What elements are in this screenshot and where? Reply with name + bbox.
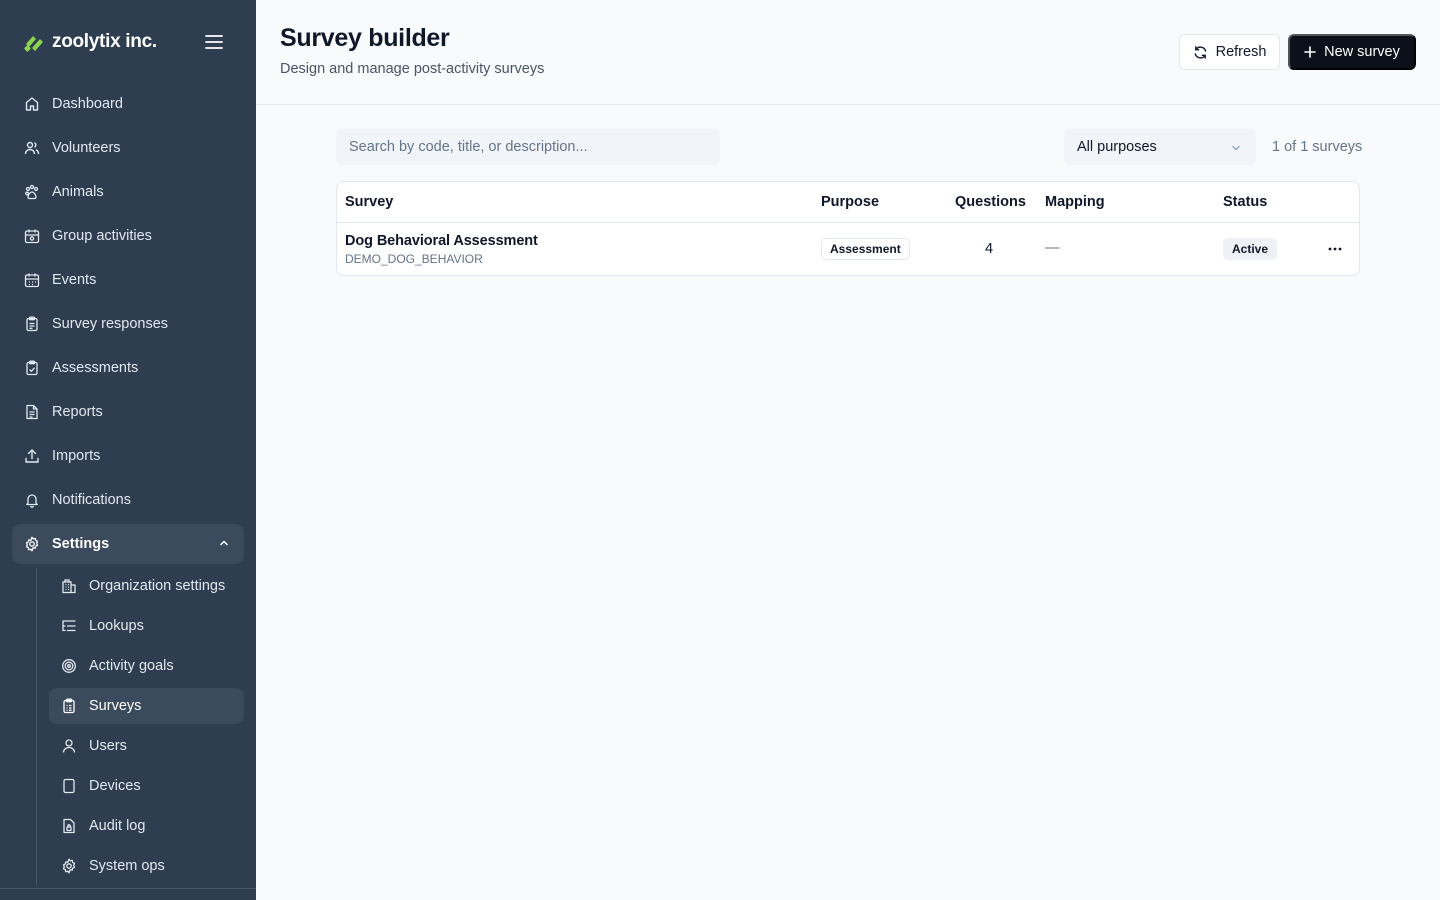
leaf-logo-icon [24,32,46,52]
sidebar-item-survey-responses[interactable]: Survey responses [12,302,244,346]
mapping-value: — [1045,240,1060,256]
gear-icon [61,858,77,874]
sidebar-nav: Dashboard Volunteers Animals Group activ… [12,82,244,564]
building-icon [61,578,77,594]
upload-icon [24,448,40,464]
page-title: Survey builder [280,24,450,52]
clipboard-check-icon [24,360,40,376]
bell-icon [24,492,40,508]
plus-icon [1304,46,1316,58]
brand[interactable]: zoolytix inc. [24,28,157,56]
settings-subnav: Organization settings Lookups Activity g… [36,568,244,884]
survey-code: DEMO_DOG_BEHAVIOR [345,252,483,266]
sidebar-item-users[interactable]: Users [49,728,244,764]
new-survey-button[interactable]: New survey [1288,34,1416,70]
more-horizontal-icon [1328,247,1342,251]
users-icon [24,140,40,156]
sidebar-item-label: Lookups [89,618,144,634]
tablet-icon [61,778,77,794]
clipboard-list-icon [61,698,77,714]
sidebar-item-label: Devices [89,778,141,794]
column-header-purpose: Purpose [821,194,880,210]
sidebar-item-label: Reports [52,404,103,420]
list-tree-icon [61,618,77,634]
sidebar-item-label: Users [89,738,127,754]
sidebar-item-label: Survey responses [52,316,169,332]
result-count: 1 of 1 surveys [1272,139,1363,155]
sidebar-item-dashboard[interactable]: Dashboard [12,82,244,126]
sidebar-item-label: Notifications [52,492,131,508]
menu-toggle-button[interactable] [202,30,226,54]
sidebar-item-audit-log[interactable]: Audit log [49,808,244,844]
new-survey-label: New survey [1324,44,1400,60]
calendar-group-icon [24,228,40,244]
sidebar: zoolytix inc. Dashboard Volunteers Anima… [0,0,256,900]
hamburger-icon [205,35,223,49]
sidebar-item-label: Assessments [52,360,139,376]
purpose-filter-select[interactable]: All purposes [1064,129,1256,165]
sidebar-item-label: Surveys [89,698,142,714]
purpose-badge: Assessment [821,238,910,260]
gear-icon [24,536,40,552]
status-badge: Active [1223,238,1278,260]
sidebar-item-notifications[interactable]: Notifications [12,478,244,522]
sidebar-item-label: Events [52,272,97,288]
sidebar-item-reports[interactable]: Reports [12,390,244,434]
sidebar-item-label: Dashboard [52,96,123,112]
sidebar-item-label: Settings [52,536,110,552]
sidebar-item-devices[interactable]: Devices [49,768,244,804]
column-header-status: Status [1223,194,1268,210]
refresh-icon [1194,45,1206,59]
refresh-button[interactable]: Refresh [1179,34,1280,70]
table-row[interactable]: Dog Behavioral Assessment DEMO_DOG_BEHAV… [337,223,1359,275]
column-header-mapping: Mapping [1045,194,1105,210]
sidebar-item-system-ops[interactable]: System ops [49,848,244,884]
row-actions-button[interactable] [1323,239,1347,259]
sidebar-item-assessments[interactable]: Assessments [12,346,244,390]
clipboard-icon [24,316,40,332]
sidebar-item-label: Organization settings [89,578,226,594]
sidebar-divider [0,888,256,889]
user-icon [61,738,77,754]
column-header-survey: Survey [345,194,394,210]
sidebar-item-label: Imports [52,448,101,464]
page-header: Survey builder Design and manage post-ac… [256,0,1440,105]
surveys-table: Survey Purpose Questions Mapping Status … [336,181,1360,276]
sidebar-item-label: Activity goals [89,658,174,674]
sidebar-item-label: Group activities [52,228,152,244]
sidebar-item-volunteers[interactable]: Volunteers [12,126,244,170]
sidebar-item-activity-goals[interactable]: Activity goals [49,648,244,684]
column-header-questions: Questions [955,194,1026,210]
sidebar-item-label: Animals [52,184,104,200]
survey-title: Dog Behavioral Assessment [345,233,538,249]
sidebar-item-label: System ops [89,858,165,874]
sidebar-item-animals[interactable]: Animals [12,170,244,214]
paw-icon [24,184,40,200]
home-icon [24,96,40,112]
question-count: 4 [985,241,994,257]
sidebar-item-events[interactable]: Events [12,258,244,302]
calendar-icon [24,272,40,288]
table-header: Survey Purpose Questions Mapping Status [337,182,1359,223]
target-icon [61,658,77,674]
sidebar-item-settings[interactable]: Settings [12,524,244,564]
refresh-label: Refresh [1215,44,1267,60]
file-lock-icon [61,818,77,834]
sidebar-item-group-activities[interactable]: Group activities [12,214,244,258]
page-subtitle: Design and manage post-activity surveys [280,61,545,77]
search-input[interactable] [336,129,720,165]
chevron-up-icon [218,537,230,553]
brand-name: zoolytix inc. [52,31,157,52]
file-text-icon [24,404,40,420]
sidebar-item-label: Volunteers [52,140,121,156]
sidebar-item-organization-settings[interactable]: Organization settings [49,568,244,604]
sidebar-item-surveys[interactable]: Surveys [49,688,244,724]
sidebar-item-label: Audit log [89,818,146,834]
chevron-down-icon [1230,142,1242,158]
sidebar-item-imports[interactable]: Imports [12,434,244,478]
sidebar-item-lookups[interactable]: Lookups [49,608,244,644]
purpose-filter-value: All purposes [1077,139,1157,155]
